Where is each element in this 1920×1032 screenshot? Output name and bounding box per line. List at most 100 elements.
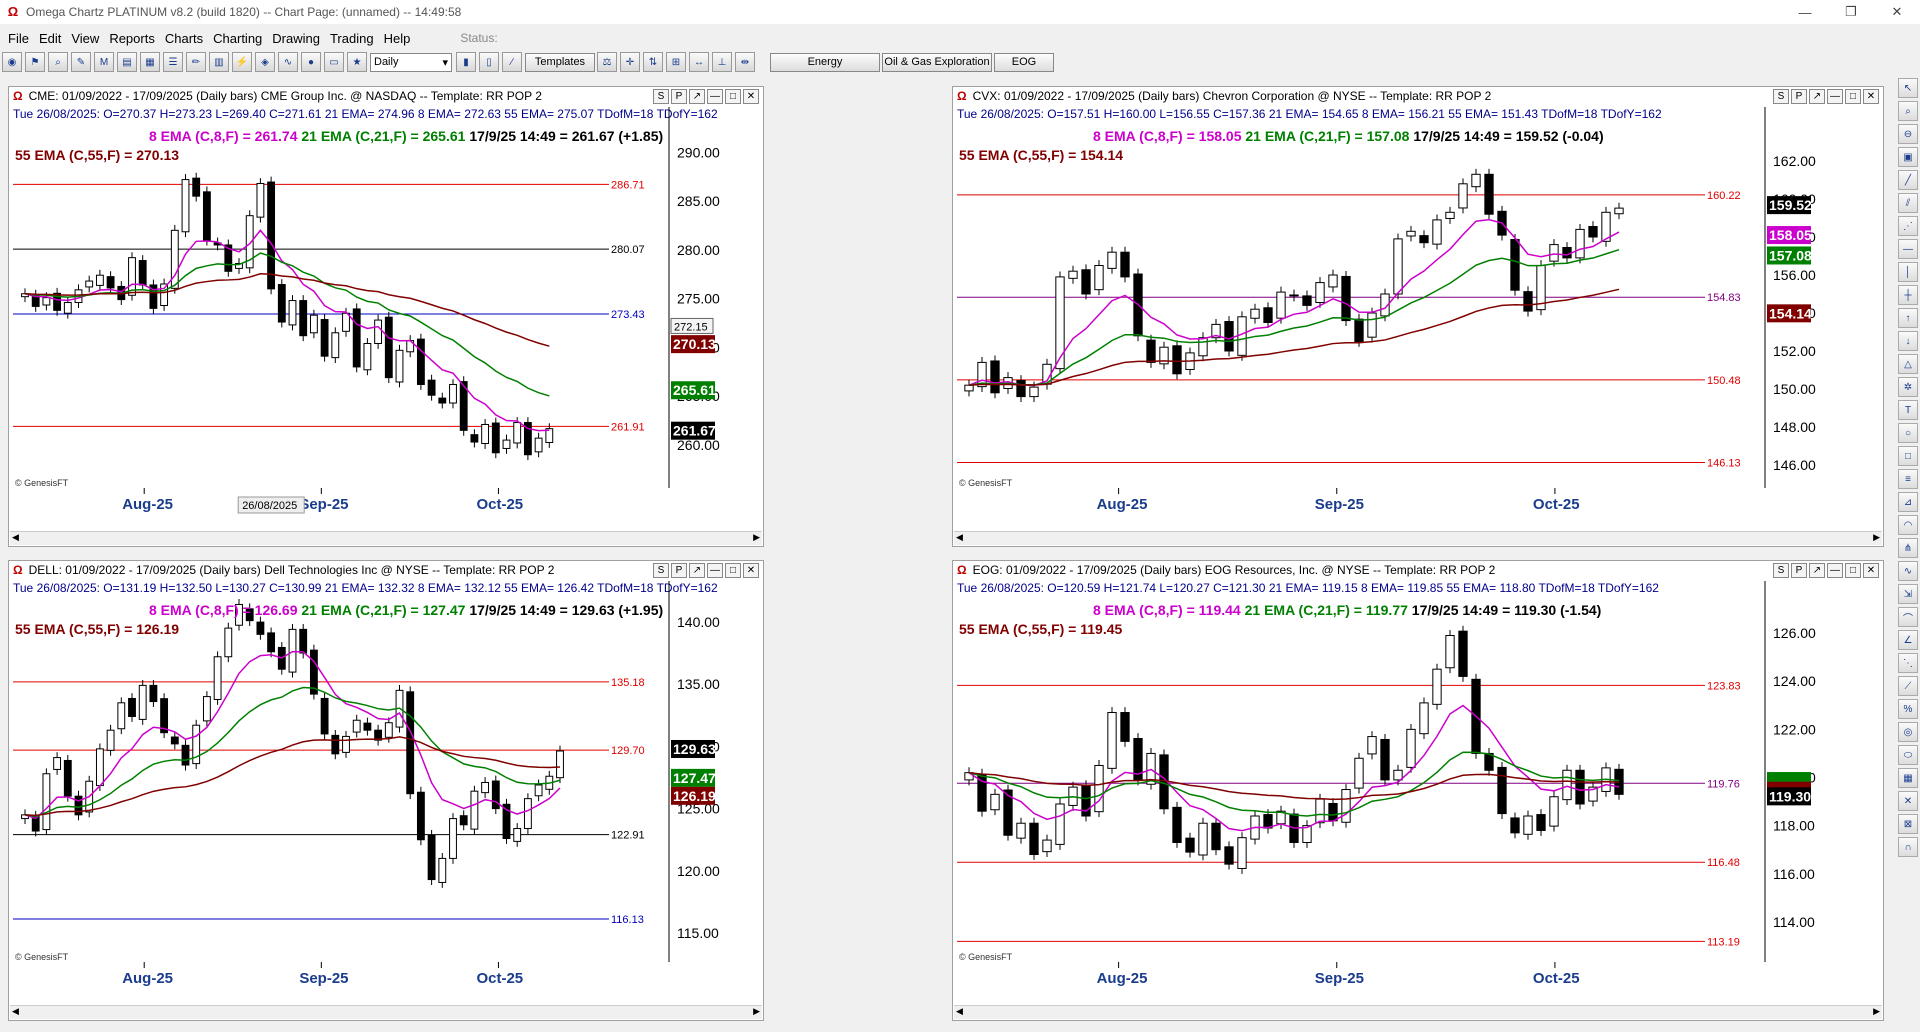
- compare-icon[interactable]: ⇅: [643, 52, 663, 72]
- menu-reports[interactable]: Reports: [109, 31, 155, 46]
- folder-icon[interactable]: ▭: [324, 52, 344, 72]
- ellipse-icon[interactable]: ⬭: [1898, 745, 1918, 765]
- minimize-button[interactable]: —: [1782, 0, 1828, 24]
- magnet-icon[interactable]: ∩: [1898, 837, 1918, 857]
- chart-panel-cme[interactable]: Ω CME: 01/09/2022 - 17/09/2025 (Daily bar…: [8, 86, 764, 547]
- chart-panel-cvx[interactable]: Ω CVX: 01/09/2022 - 17/09/2025 (Daily bar…: [952, 86, 1884, 547]
- palette-icon[interactable]: ✲: [1898, 377, 1918, 397]
- horizontal-scrollbar[interactable]: ◀ ▶: [954, 1005, 1882, 1019]
- price-badge-label: 265.61: [673, 382, 716, 398]
- layout-icon[interactable]: ⊞: [666, 52, 686, 72]
- page-icon[interactable]: ▤: [117, 52, 137, 72]
- scroll-right-icon[interactable]: ▶: [753, 1006, 760, 1017]
- regression-icon[interactable]: ⟋: [1898, 676, 1918, 696]
- horizontal-scrollbar[interactable]: ◀ ▶: [10, 1005, 762, 1019]
- record-icon[interactable]: ●: [301, 52, 321, 72]
- signal-icon[interactable]: ⚑: [25, 52, 45, 72]
- vline-icon[interactable]: │: [1898, 262, 1918, 282]
- measure-icon[interactable]: ⇲: [1898, 584, 1918, 604]
- scroll-left-icon[interactable]: ◀: [956, 1006, 963, 1017]
- fan-icon[interactable]: ⋰: [1898, 216, 1918, 236]
- list-icon[interactable]: ☰: [163, 52, 183, 72]
- chart-m-icon[interactable]: M: [94, 52, 114, 72]
- tab-eog[interactable]: EOG: [994, 52, 1054, 72]
- arrow-down-icon[interactable]: ↓: [1898, 331, 1918, 351]
- menu-trading[interactable]: Trading: [330, 31, 374, 46]
- angle-icon[interactable]: ∠: [1898, 630, 1918, 650]
- rectangle-icon[interactable]: □: [1898, 446, 1918, 466]
- zoom-tool-icon[interactable]: ⌕: [1898, 101, 1918, 121]
- chart-panel-dell[interactable]: Ω DELL: 01/09/2022 - 17/09/2025 (Daily ba…: [8, 560, 764, 1021]
- spiral-icon[interactable]: ◎: [1898, 722, 1918, 742]
- close-button[interactable]: ✕: [1874, 0, 1920, 24]
- zoom-icon[interactable]: ⌕: [48, 52, 68, 72]
- percent-icon[interactable]: %: [1898, 699, 1918, 719]
- arc-icon[interactable]: ⌒: [1898, 607, 1918, 627]
- menu-charting[interactable]: Charting: [213, 31, 262, 46]
- horizontal-scrollbar[interactable]: ◀ ▶: [10, 531, 762, 545]
- crosshair-icon[interactable]: ✛: [620, 52, 640, 72]
- price-chart[interactable]: 135.18129.70122.91116.13140.00135.00130.…: [9, 561, 763, 1004]
- tab-energy[interactable]: Energy: [770, 52, 880, 72]
- templates-button[interactable]: Templates: [525, 52, 595, 72]
- price-chart[interactable]: 160.22154.83150.48146.13162.00160.00158.…: [953, 87, 1883, 530]
- price-chart[interactable]: 123.83 119.76 116.48 113.19 126.00 124.00 122.…: [953, 561, 1883, 1004]
- tag-icon[interactable]: ◈: [255, 52, 275, 72]
- menu-file[interactable]: File: [8, 31, 29, 46]
- erase-icon[interactable]: ✕: [1898, 791, 1918, 811]
- line-chart-icon[interactable]: ∕: [502, 52, 522, 72]
- price-chart[interactable]: 286.71 280.07 273.43 261.91 290.00 285.00 280.…: [9, 87, 763, 530]
- hline-icon[interactable]: —: [1898, 239, 1918, 259]
- edit-icon[interactable]: ✎: [71, 52, 91, 72]
- channel-icon[interactable]: ⫽: [1898, 193, 1918, 213]
- pan-icon[interactable]: ↔: [689, 52, 709, 72]
- gann-icon[interactable]: ⊿: [1898, 492, 1918, 512]
- bar-chart-icon[interactable]: ▮: [456, 52, 476, 72]
- grid-tool-icon[interactable]: ▦: [1898, 768, 1918, 788]
- camera-icon[interactable]: ▣: [1898, 147, 1918, 167]
- circle-icon[interactable]: ○: [1898, 423, 1918, 443]
- menu-charts[interactable]: Charts: [165, 31, 203, 46]
- wave-icon[interactable]: ∿: [278, 52, 298, 72]
- lock-icon[interactable]: ⊠: [1898, 814, 1918, 834]
- ruler-icon[interactable]: ▥: [209, 52, 229, 72]
- scroll-right-icon[interactable]: ▶: [1873, 532, 1880, 543]
- lightning-icon[interactable]: ⚡: [232, 52, 252, 72]
- interval-select[interactable]: Daily ▾: [370, 52, 452, 72]
- text-icon[interactable]: T: [1898, 400, 1918, 420]
- spread-icon[interactable]: ⇹: [735, 52, 755, 72]
- pitchfork-icon[interactable]: ⋔: [1898, 538, 1918, 558]
- star-icon[interactable]: ★: [347, 52, 367, 72]
- grid-icon[interactable]: ▦: [140, 52, 160, 72]
- horizontal-scrollbar[interactable]: ◀ ▶: [954, 531, 1882, 545]
- candle-body: [149, 684, 158, 703]
- scroll-right-icon[interactable]: ▶: [1873, 1006, 1880, 1017]
- scroll-right-icon[interactable]: ▶: [753, 532, 760, 543]
- arrow-up-icon[interactable]: ↑: [1898, 308, 1918, 328]
- zoom-out-tool-icon[interactable]: ⊖: [1898, 124, 1918, 144]
- menu-help[interactable]: Help: [384, 31, 411, 46]
- cursor-icon[interactable]: ↖: [1898, 78, 1918, 98]
- scroll-left-icon[interactable]: ◀: [12, 532, 19, 543]
- tab-oil-gas[interactable]: Oil & Gas Exploration: [882, 52, 992, 72]
- menu-view[interactable]: View: [71, 31, 99, 46]
- speed-icon[interactable]: ⋱: [1898, 653, 1918, 673]
- split-icon[interactable]: ⊥: [712, 52, 732, 72]
- open-icon[interactable]: ◉: [2, 52, 22, 72]
- y-tick-label: 290.00: [677, 144, 720, 160]
- cycle-icon[interactable]: ◠: [1898, 515, 1918, 535]
- trendline-icon[interactable]: ╱: [1898, 170, 1918, 190]
- scroll-left-icon[interactable]: ◀: [956, 532, 963, 543]
- fib-icon[interactable]: ≡: [1898, 469, 1918, 489]
- pencil-icon[interactable]: ✏: [186, 52, 206, 72]
- cross-icon[interactable]: ┼: [1898, 285, 1918, 305]
- chart-panel-eog[interactable]: Ω EOG: 01/09/2022 - 17/09/2025 (Daily bar…: [952, 560, 1884, 1021]
- scroll-left-icon[interactable]: ◀: [12, 1006, 19, 1017]
- scale-icon[interactable]: ⚖: [597, 52, 617, 72]
- candle-chart-icon[interactable]: ▯: [479, 52, 499, 72]
- restore-button[interactable]: ❐: [1828, 0, 1874, 24]
- menu-edit[interactable]: Edit: [39, 31, 61, 46]
- triangle-icon[interactable]: △: [1898, 354, 1918, 374]
- wave-tool-icon[interactable]: ∿: [1898, 561, 1918, 581]
- menu-drawing[interactable]: Drawing: [272, 31, 320, 46]
